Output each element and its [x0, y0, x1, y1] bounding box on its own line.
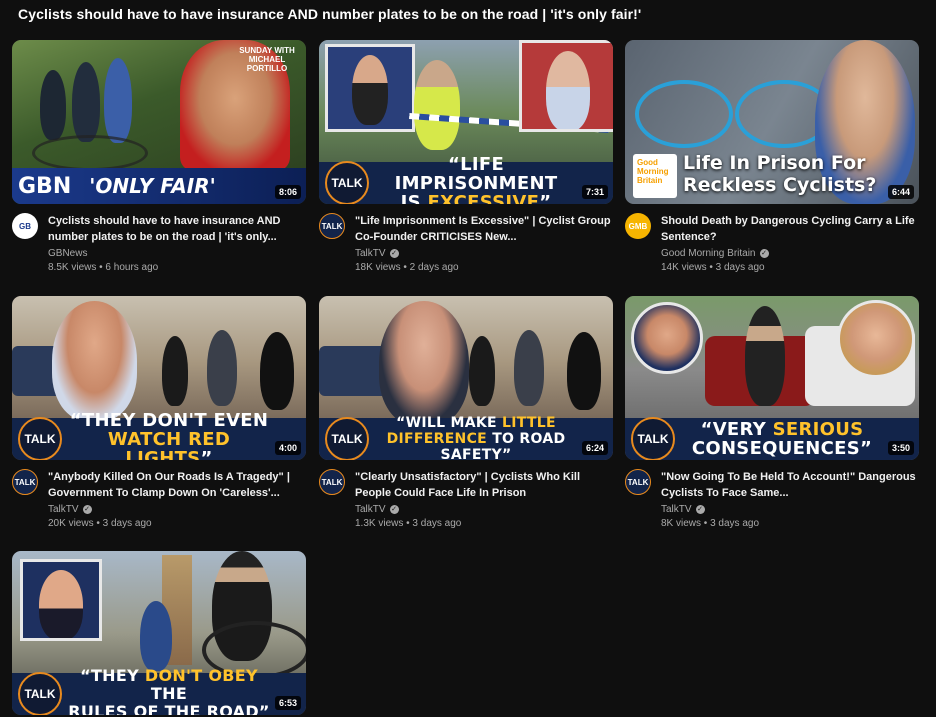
thumbnail-show-name: SUNDAY WITH MICHAEL PORTILLO — [239, 46, 295, 73]
thumbnail-banner: TALK “LIFE IMPRISONMENT IS EXCESSIVE” — [319, 155, 613, 205]
view-count: 14K views — [661, 262, 707, 273]
video-title[interactable]: Cyclists should have to have insurance A… — [48, 213, 306, 245]
gmb-logo: Good Morning Britain — [633, 154, 677, 198]
thumbnail-headline-line1: “LIFE IMPRISONMENT — [394, 153, 558, 194]
video-card[interactable]: TALK “WILL MAKE LITTLE DIFFERENCE TO ROA… — [319, 296, 613, 529]
thumbnail-headline-line1: “THEY DON'T EVEN — [69, 409, 269, 431]
upload-age: 2 days ago — [409, 262, 459, 273]
thumbnail-highlight: DON'T OBEY — [144, 666, 258, 685]
video-thumbnail[interactable]: TALK “THEY DON'T OBEY THE RULES OF THE R… — [12, 551, 306, 715]
video-duration: 6:44 — [887, 185, 914, 199]
thumbnail-banner: TALK “VERY SERIOUS CONSEQUENCES” — [625, 417, 919, 460]
video-card[interactable]: TALK “THEY DON'T OBEY THE RULES OF THE R… — [12, 551, 306, 715]
talk-logo: TALK — [325, 417, 369, 460]
video-duration: 8:06 — [274, 185, 301, 199]
talk-logo: TALK — [325, 161, 369, 204]
channel-avatar[interactable]: TALK — [319, 213, 345, 239]
presenter-inset — [631, 302, 703, 374]
view-count: 18K views — [355, 262, 401, 273]
channel-avatar[interactable]: TALK — [625, 469, 651, 495]
talk-logo: TALK — [18, 672, 62, 715]
video-title[interactable]: "Anybody Killed On Our Roads Is A Traged… — [48, 469, 306, 501]
video-thumbnail[interactable]: TALK “WILL MAKE LITTLE DIFFERENCE TO ROA… — [319, 296, 613, 460]
upload-age: 6 hours ago — [105, 262, 159, 273]
channel-avatar[interactable]: TALK — [319, 469, 345, 495]
video-duration: 6:24 — [581, 441, 608, 455]
talk-logo: TALK — [18, 417, 62, 460]
thumbnail-highlight: SERIOUS — [772, 419, 864, 440]
presenter-inset — [20, 559, 102, 641]
presenter-inset — [325, 44, 415, 132]
upload-age: 3 days ago — [710, 518, 760, 529]
upload-age: 3 days ago — [102, 518, 152, 529]
channel-avatar[interactable]: GMB — [625, 213, 651, 239]
thumbnail-quote-end: ” — [200, 447, 213, 461]
thumbnail-banner: TALK “THEY DON'T OBEY THE RULES OF THE R… — [12, 667, 306, 716]
thumbnail-headline-line2: IS — [400, 191, 428, 205]
video-thumbnail[interactable]: SUNDAY WITH MICHAEL PORTILLO GBN 'ONLY F… — [12, 40, 306, 204]
view-count: 8.5K views — [48, 262, 97, 273]
video-title[interactable]: "Life Imprisonment Is Excessive" | Cycli… — [355, 213, 613, 245]
view-count: 8K views — [661, 518, 702, 529]
video-title[interactable]: Should Death by Dangerous Cycling Carry … — [661, 213, 919, 245]
thumbnail-headline-line1: “VERY — [700, 419, 773, 440]
guest-inset — [837, 300, 915, 378]
thumbnail-headline-line2: RULES OF THE ROAD” — [68, 702, 270, 716]
thumbnail-headline-line1: “WILL MAKE — [396, 415, 503, 431]
thumbnail-quote-end: ” — [539, 191, 552, 205]
video-duration: 4:00 — [274, 441, 301, 455]
video-card[interactable]: TALK “LIFE IMPRISONMENT IS EXCESSIVE” 7:… — [319, 40, 613, 273]
verified-check-icon: ✓ — [82, 505, 92, 514]
video-thumbnail[interactable]: TALK “LIFE IMPRISONMENT IS EXCESSIVE” 7:… — [319, 40, 613, 204]
channel-avatar[interactable]: GB — [12, 213, 38, 239]
video-card[interactable]: SUNDAY WITH MICHAEL PORTILLO GBN 'ONLY F… — [12, 40, 306, 273]
video-title[interactable]: "Clearly Unsatisfactory" | Cyclists Who … — [355, 469, 613, 501]
video-thumbnail[interactable]: Good Morning Britain Life In Prison For … — [625, 40, 919, 204]
channel-name[interactable]: Good Morning Britain — [661, 248, 756, 259]
video-duration: 7:31 — [581, 185, 608, 199]
view-count: 20K views — [48, 518, 94, 529]
thumbnail-headline: 'ONLY FAIR' — [89, 174, 216, 198]
verified-check-icon: ✓ — [695, 505, 705, 514]
channel-name[interactable]: TalkTV — [661, 504, 692, 515]
verified-check-icon: ✓ — [389, 505, 399, 514]
view-count: 1.3K views — [355, 518, 404, 529]
upload-age: 3 days ago — [715, 262, 765, 273]
thumbnail-banner: GBN 'ONLY FAIR' — [12, 168, 306, 204]
page-title: Cyclists should have to have insurance A… — [18, 6, 642, 22]
thumbnail-highlight: LITTLE — [502, 415, 556, 431]
thumbnail-highlight: EXCESSIVE — [427, 191, 540, 205]
thumbnail-highlight: DIFFERENCE — [386, 431, 488, 447]
thumbnail-banner: TALK “WILL MAKE LITTLE DIFFERENCE TO ROA… — [319, 415, 613, 460]
thumbnail-headline-line2: CONSEQUENCES” — [691, 438, 873, 459]
video-card[interactable]: TALK “THEY DON'T EVEN WATCH RED LIGHTS” … — [12, 296, 306, 529]
thumbnail-banner: TALK “THEY DON'T EVEN WATCH RED LIGHTS” — [12, 411, 306, 461]
channel-name[interactable]: TalkTV — [48, 504, 79, 515]
thumbnail-headline-line1: “THEY — [80, 666, 145, 685]
thumbnail-headline-end: THE — [150, 684, 188, 703]
channel-name[interactable]: TalkTV — [355, 504, 386, 515]
upload-age: 3 days ago — [412, 518, 462, 529]
talk-logo: TALK — [631, 417, 675, 460]
video-thumbnail[interactable]: TALK “VERY SERIOUS CONSEQUENCES” 3:50 — [625, 296, 919, 460]
video-card[interactable]: TALK “VERY SERIOUS CONSEQUENCES” 3:50 TA… — [625, 296, 919, 529]
channel-name[interactable]: GBNews — [48, 248, 87, 259]
verified-check-icon: ✓ — [759, 249, 769, 258]
thumbnail-headline: Life In Prison For Reckless Cyclists? — [683, 152, 877, 196]
video-title[interactable]: "Now Going To Be Held To Account!" Dange… — [661, 469, 919, 501]
video-thumbnail[interactable]: TALK “THEY DON'T EVEN WATCH RED LIGHTS” … — [12, 296, 306, 460]
video-card[interactable]: Good Morning Britain Life In Prison For … — [625, 40, 919, 273]
channel-name[interactable]: TalkTV — [355, 248, 386, 259]
video-duration: 6:53 — [274, 696, 301, 710]
verified-check-icon: ✓ — [389, 249, 399, 258]
guest-inset — [519, 40, 613, 132]
video-duration: 3:50 — [887, 441, 914, 455]
channel-avatar[interactable]: TALK — [12, 469, 38, 495]
gbn-logo: GBN — [18, 173, 72, 199]
